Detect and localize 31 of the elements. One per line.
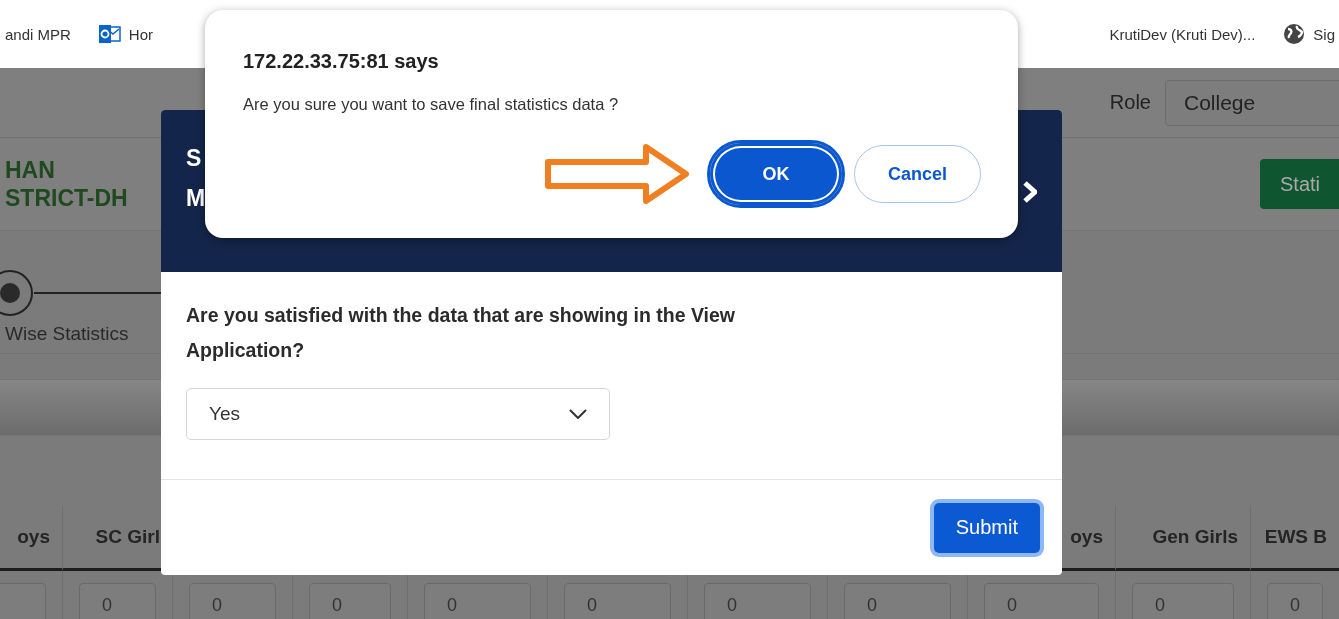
number-field[interactable]: 0 — [1132, 583, 1234, 619]
ok-button[interactable]: OK — [710, 143, 842, 205]
page-title: HAN — [5, 156, 56, 184]
alert-title: 172.22.33.75:81 says — [243, 50, 440, 73]
number-field[interactable]: 0 — [424, 583, 531, 619]
role-label: Role — [1109, 91, 1151, 114]
number-field[interactable]: 0 — [309, 583, 391, 619]
column-header: EWS B — [1250, 506, 1339, 571]
number-field[interactable]: 0 — [844, 583, 951, 619]
bookmark-item[interactable]: Hor — [98, 24, 154, 44]
bookmark-item[interactable]: andi MPR — [5, 25, 71, 43]
modal-title: M — [186, 184, 206, 213]
number-field[interactable]: 0 — [1267, 583, 1323, 619]
modal-title: S — [186, 144, 202, 173]
number-field[interactable]: 0 — [704, 583, 811, 619]
role-select[interactable]: College — [1165, 79, 1339, 126]
cancel-button[interactable]: Cancel — [854, 145, 981, 203]
bookmark-item[interactable]: KrutiDev (Kruti Dev)... — [1109, 25, 1256, 43]
number-field[interactable]: 0 — [79, 583, 156, 619]
alert-message: Are you sure you want to save final statistics data ? — [243, 95, 620, 114]
step-label: Wise Statistics — [4, 323, 130, 345]
column-header: Gen Girls — [1115, 506, 1250, 571]
number-field[interactable]: 0 — [564, 583, 671, 619]
question-text: Are you satisfied with the data that are showing in the View Application? — [186, 303, 736, 363]
answer-select[interactable]: Yes — [186, 388, 610, 440]
number-field[interactable]: 0 — [189, 583, 276, 619]
number-field[interactable]: 0 — [984, 583, 1099, 619]
page-title: STRICT-DH — [5, 184, 128, 212]
statistics-button[interactable]: Stati — [1260, 159, 1339, 209]
bookmark-item[interactable]: Sig — [1283, 23, 1335, 45]
column-header: oys — [0, 506, 62, 571]
